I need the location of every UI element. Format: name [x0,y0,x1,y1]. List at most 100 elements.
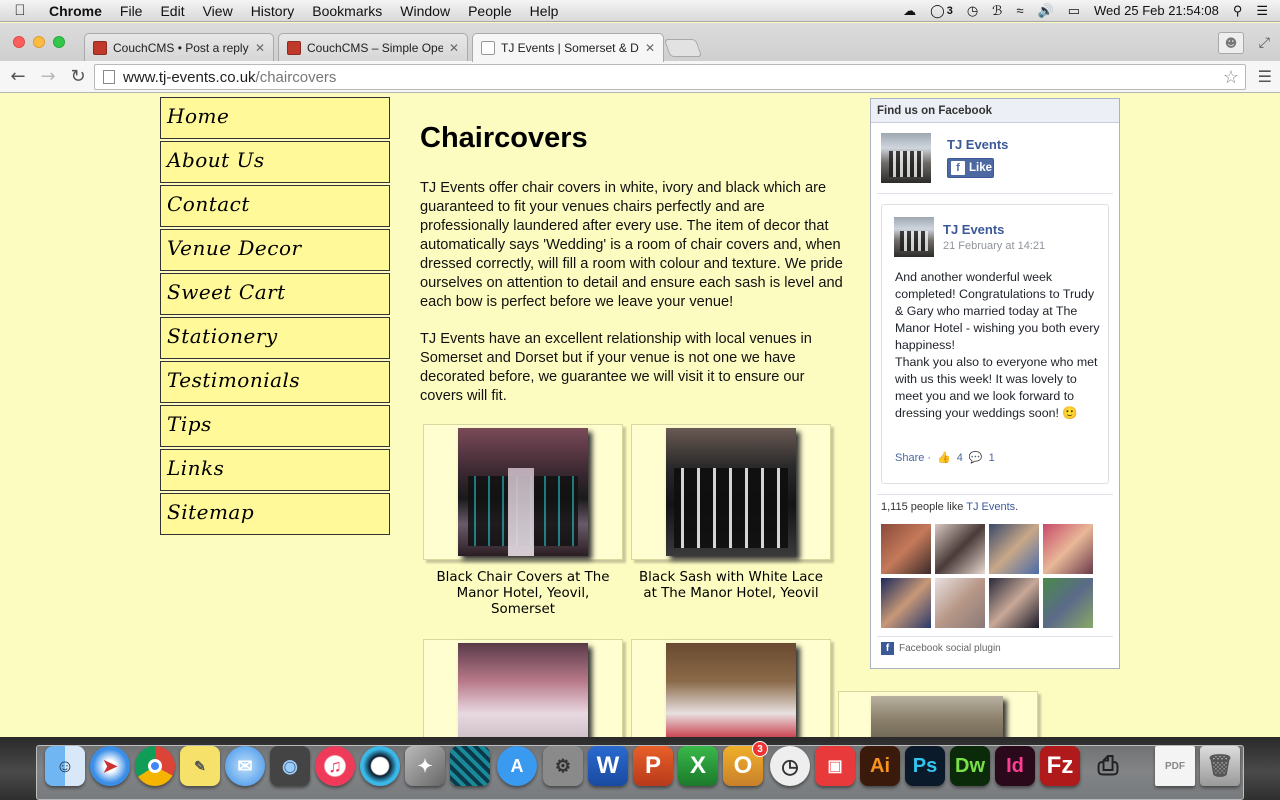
post-date[interactable]: 21 February at 14:21 [943,240,1045,252]
tab-close-icon[interactable]: ✕ [449,41,459,55]
gallery-frame[interactable] [423,424,623,560]
nav-link-contact[interactable]: Contact [160,185,390,227]
bluetooth-icon[interactable]: ℬ [992,3,1002,19]
powerpoint-icon[interactable]: P [633,746,673,786]
illustrator-icon[interactable]: Ai [860,746,900,786]
fan-avatar[interactable] [935,524,985,574]
printer-icon[interactable]: ⎙ [1088,746,1128,786]
gallery-frame[interactable] [423,639,623,737]
gallery-item[interactable] [631,639,831,737]
menu-file[interactable]: File [111,3,152,19]
safari-icon[interactable]: ➤ [90,746,130,786]
app-store-icon[interactable]: A [497,746,537,786]
tab-close-icon[interactable]: ✕ [645,41,655,55]
pdf-document-icon[interactable]: PDF [1155,746,1195,786]
menu-history[interactable]: History [242,3,304,19]
forward-arrow-icon[interactable]: → [36,65,60,89]
nav-link-stationery[interactable]: Stationery [160,317,390,359]
tab-close-icon[interactable]: ✕ [255,41,265,55]
fan-avatar[interactable] [881,578,931,628]
gallery-item-partial[interactable] [838,691,1038,737]
nav-link-venue-decor[interactable]: Venue Decor [160,229,390,271]
nav-link-about-us[interactable]: About Us [160,141,390,183]
reload-icon[interactable]: ↻ [66,65,90,89]
messages-icon[interactable]: ✉ [225,746,265,786]
facebook-like-button[interactable]: f Like [947,158,994,178]
profile-avatar-icon[interactable]: ☻ [1218,32,1244,54]
menu-bookmarks[interactable]: Bookmarks [303,3,391,19]
fan-avatar[interactable] [1043,524,1093,574]
time-machine-dock-icon[interactable]: ◷ [770,746,810,786]
outlook-icon[interactable]: O3 [723,741,768,786]
gallery-item[interactable]: Black Chair Covers at The Manor Hotel, Y… [423,424,623,618]
menu-help[interactable]: Help [521,3,568,19]
menu-edit[interactable]: Edit [151,3,193,19]
fan-avatar[interactable] [989,578,1039,628]
page-info-icon[interactable] [103,70,115,84]
creative-cloud-status-icon[interactable]: ◯ 3 [930,3,953,19]
spotlight-search-icon[interactable]: ⚲ [1233,3,1243,19]
menu-view[interactable]: View [194,3,242,19]
finder-icon[interactable]: ☺ [45,746,85,786]
gallery-photo-round-tables[interactable] [458,643,588,737]
share-link[interactable]: Share · [895,452,931,464]
battery-icon[interactable]: ▭ [1068,3,1080,19]
chrome-icon[interactable] [135,746,175,786]
volume-icon[interactable]: 🔊 [1038,3,1054,19]
gallery-frame[interactable] [631,424,831,560]
system-preferences-icon[interactable]: ⚙ [543,746,583,786]
ical-spiral-icon[interactable] [360,746,400,786]
gallery-photo-partial[interactable] [871,696,1003,737]
post-author[interactable]: TJ Events [943,222,1004,237]
instruments-icon[interactable]: ✦ [405,746,445,786]
facebook-page-avatar[interactable] [881,133,931,183]
dreamweaver-icon[interactable]: Dw [950,746,990,786]
comment-icon[interactable]: 💬 [969,451,983,464]
fan-avatar[interactable] [881,524,931,574]
menu-window[interactable]: Window [391,3,459,19]
fan-avatar[interactable] [1043,578,1093,628]
menu-chrome[interactable]: Chrome [40,3,111,19]
evernote-status-icon[interactable]: ☁ [903,3,916,19]
likes-page-link[interactable]: TJ Events [966,501,1015,513]
trash-icon[interactable]: 🗑 [1200,746,1240,786]
xcode-grid-icon[interactable] [450,746,490,786]
tab-couchcms-simple-open[interactable]: CouchCMS – Simple Open ✕ [278,33,468,61]
thumbs-up-icon[interactable]: 👍 [937,451,951,464]
nav-link-testimonials[interactable]: Testimonials [160,361,390,403]
nav-link-home[interactable]: Home [160,97,390,139]
fullscreen-toggle-icon[interactable]: ⤢ [1259,35,1270,51]
gallery-photo-black-chair-covers[interactable] [458,428,588,556]
gallery-photo-red-sashes[interactable] [666,643,796,737]
word-icon[interactable]: W [588,746,628,786]
address-bar[interactable]: www.tj-events.co.uk/chaircovers ☆ [94,64,1246,90]
post-author-avatar[interactable] [894,217,934,257]
gallery-item[interactable]: Black Sash with White Lace at The Manor … [631,424,831,602]
facetime-icon[interactable]: ◉ [270,746,310,786]
plugin-label[interactable]: Facebook social plugin [899,643,1001,654]
fan-avatar[interactable] [935,578,985,628]
gallery-photo-black-sash-white-lace[interactable] [666,428,796,556]
notification-center-icon[interactable]: ☰ [1256,3,1268,19]
menu-people[interactable]: People [459,3,521,19]
facebook-logo-icon[interactable]: f [881,642,894,655]
photoshop-icon[interactable]: Ps [905,746,945,786]
new-tab-button[interactable] [663,39,703,57]
close-window-button[interactable] [13,36,25,48]
filezilla-icon[interactable]: Fz [1040,746,1080,786]
nav-link-tips[interactable]: Tips [160,405,390,447]
facebook-page-name[interactable]: TJ Events [947,137,1008,152]
apple-logo-icon[interactable]:  [0,2,40,19]
tab-tj-events[interactable]: TJ Events | Somerset & Dor ✕ [472,33,664,62]
minimize-window-button[interactable] [33,36,45,48]
zoom-window-button[interactable] [53,36,65,48]
gallery-frame[interactable] [631,639,831,737]
gallery-item[interactable] [423,639,623,737]
clock-text[interactable]: Wed 25 Feb 21:54:08 [1094,3,1219,18]
excel-icon[interactable]: X [678,746,718,786]
bookmark-star-icon[interactable]: ☆ [1223,67,1239,88]
itunes-icon[interactable]: ♫ [315,746,355,786]
tab-couchcms-post-reply[interactable]: CouchCMS • Post a reply ✕ [84,33,274,61]
nav-link-sweet-cart[interactable]: Sweet Cart [160,273,390,315]
nav-link-links[interactable]: Links [160,449,390,491]
